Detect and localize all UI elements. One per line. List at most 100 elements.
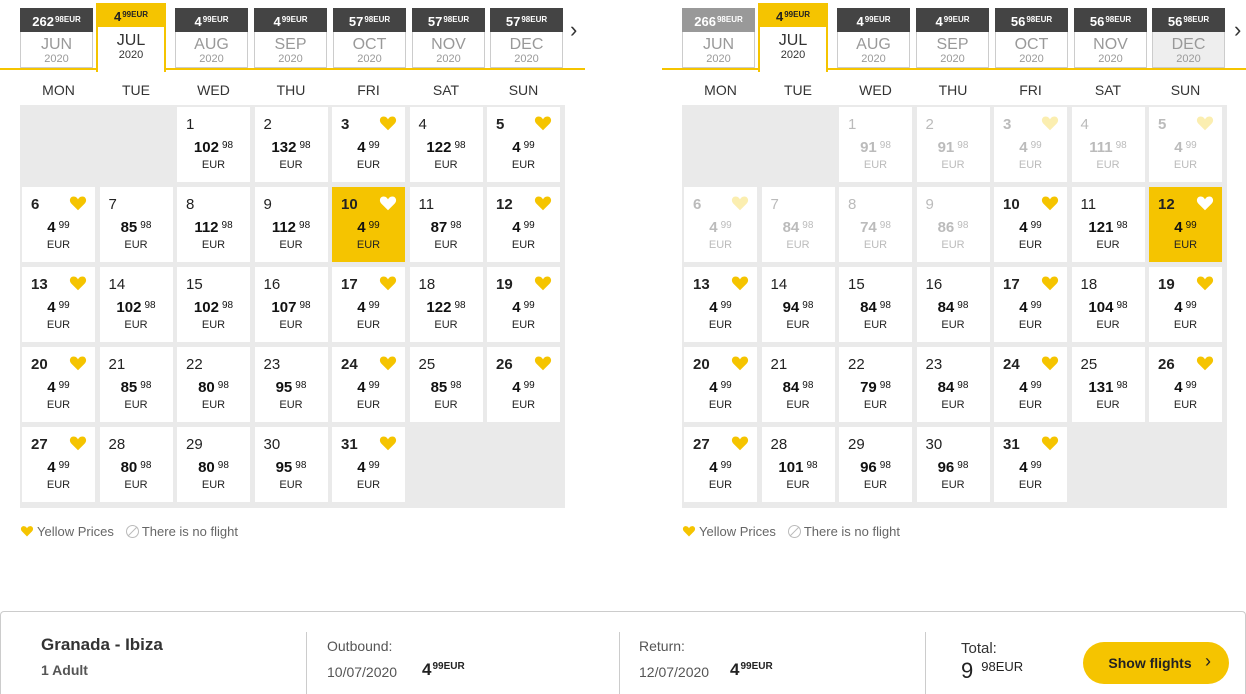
day-currency: EUR: [279, 239, 303, 251]
day-cell[interactable]: 16 107 98 EUR: [254, 267, 328, 342]
show-flights-button[interactable]: Show flights ›: [1083, 642, 1229, 684]
day-cell[interactable]: 14 102 98 EUR: [99, 267, 173, 342]
tab-year-label: 2020: [357, 53, 382, 65]
day-price-value: 121: [1088, 219, 1114, 236]
heart-icon: [20, 526, 34, 537]
day-cell[interactable]: 21 84 98 EUR: [761, 347, 835, 422]
tab-oct[interactable]: 5798EUR OCT 2020: [333, 8, 406, 68]
day-cell[interactable]: 12 4 99 EUR: [1149, 187, 1222, 262]
tab-aug[interactable]: 499EUR AUG 2020: [837, 8, 910, 68]
day-cell[interactable]: 31 4 99 EUR: [994, 427, 1067, 502]
chevron-right-icon[interactable]: ›: [570, 18, 577, 42]
day-currency: EUR: [124, 239, 148, 251]
day-price: 4 99: [684, 299, 757, 316]
day-price-cents: 98: [802, 300, 814, 311]
day-cell[interactable]: 24 4 99 EUR: [332, 347, 405, 422]
day-cell[interactable]: 25 131 98 EUR: [1071, 347, 1145, 422]
day-cell[interactable]: 20 4 99 EUR: [684, 347, 757, 422]
tab-dec[interactable]: 5798EUR DEC 2020: [490, 8, 563, 68]
day-cell[interactable]: 29 96 98 EUR: [839, 427, 912, 502]
day-price: 84 98: [839, 299, 912, 316]
day-currency: EUR: [511, 399, 536, 411]
day-cell[interactable]: 13 4 99 EUR: [22, 267, 95, 342]
day-cell[interactable]: 24 4 99 EUR: [994, 347, 1067, 422]
day-cell[interactable]: 18 122 98 EUR: [409, 267, 483, 342]
day-cell[interactable]: 17 4 99 EUR: [332, 267, 405, 342]
day-cell[interactable]: 20 4 99 EUR: [22, 347, 95, 422]
day-cell[interactable]: 25 85 98 EUR: [409, 347, 483, 422]
day-number: 31: [1003, 436, 1020, 453]
tab-month-label: JUL: [778, 32, 808, 49]
day-cell[interactable]: 15 102 98 EUR: [177, 267, 250, 342]
day-cell[interactable]: 19 4 99 EUR: [1149, 267, 1222, 342]
day-number: 23: [925, 356, 943, 373]
day-cell[interactable]: 11 87 98 EUR: [409, 187, 483, 262]
day-price: 84 98: [762, 379, 835, 396]
day-cell[interactable]: 19 4 99 EUR: [487, 267, 560, 342]
day-cell[interactable]: 27 4 99 EUR: [22, 427, 95, 502]
day-price-value: 102: [116, 299, 142, 316]
day-cell[interactable]: 28 101 98 EUR: [761, 427, 835, 502]
heart-icon: [1041, 196, 1059, 211]
day-cell[interactable]: 8 112 98 EUR: [177, 187, 250, 262]
tab-price: 499EUR: [96, 3, 166, 27]
day-cell[interactable]: 6 4 99 EUR: [22, 187, 95, 262]
day-price: 91 98: [917, 139, 990, 156]
tab-sep[interactable]: 499EUR SEP 2020: [916, 8, 989, 68]
day-cell[interactable]: 10 4 99 EUR: [994, 187, 1067, 262]
chevron-right-icon[interactable]: ›: [1234, 18, 1241, 42]
tab-oct[interactable]: 5698EUR OCT 2020: [995, 8, 1068, 68]
day-cell[interactable]: 26 4 99 EUR: [1149, 347, 1222, 422]
day-cell[interactable]: 7 85 98 EUR: [99, 187, 173, 262]
tab-aug[interactable]: 499EUR AUG 2020: [175, 8, 248, 68]
tab-jun[interactable]: 26698EUR JUN 2020: [682, 8, 755, 68]
day-cell[interactable]: 16 84 98 EUR: [916, 267, 990, 342]
day-cell[interactable]: 15 84 98 EUR: [839, 267, 912, 342]
day-cell[interactable]: 23 84 98 EUR: [916, 347, 990, 422]
day-cell[interactable]: 28 80 98 EUR: [99, 427, 173, 502]
day-currency: EUR: [434, 399, 458, 411]
day-cell[interactable]: 3 4 99 EUR: [332, 107, 405, 182]
day-cell[interactable]: 18 104 98 EUR: [1071, 267, 1145, 342]
day-number: 7: [770, 196, 779, 213]
tab-jul[interactable]: 499EUR JUL 2020: [96, 3, 166, 72]
day-price: 4 99: [332, 379, 405, 396]
day-cell[interactable]: 13 4 99 EUR: [684, 267, 757, 342]
day-price-value: 122: [426, 299, 452, 316]
day-cell[interactable]: 12 4 99 EUR: [487, 187, 560, 262]
day-cell[interactable]: 21 85 98 EUR: [99, 347, 173, 422]
day-cell[interactable]: 23 95 98 EUR: [254, 347, 328, 422]
return-date: 12/07/2020: [639, 664, 710, 680]
day-cell[interactable]: 27 4 99 EUR: [684, 427, 757, 502]
day-price: 84 98: [762, 219, 835, 236]
day-cell[interactable]: 14 94 98 EUR: [761, 267, 835, 342]
tab-jul[interactable]: 499EUR JUL 2020: [758, 3, 828, 72]
weekday-sat: SAT: [432, 82, 460, 98]
day-price: 4 99: [332, 139, 405, 156]
day-cell[interactable]: 11 121 98 EUR: [1071, 187, 1145, 262]
day-cell[interactable]: 22 79 98 EUR: [839, 347, 912, 422]
day-cell[interactable]: 2 132 98 EUR: [254, 107, 328, 182]
day-cell[interactable]: 26 4 99 EUR: [487, 347, 560, 422]
route-title: Granada - Ibiza: [41, 635, 163, 654]
day-cell[interactable]: 17 4 99 EUR: [994, 267, 1067, 342]
day-cell[interactable]: 30 95 98 EUR: [254, 427, 328, 502]
tab-year-label: 2020: [940, 53, 965, 65]
tab-dec[interactable]: 5698EUR DEC 2020: [1152, 8, 1225, 68]
day-cell[interactable]: 4 122 98 EUR: [409, 107, 483, 182]
day-price: 4 99: [994, 459, 1067, 476]
day-cell[interactable]: 29 80 98 EUR: [177, 427, 250, 502]
day-cell[interactable]: 10 4 99 EUR: [332, 187, 405, 262]
tab-nov[interactable]: 5698EUR NOV 2020: [1074, 8, 1147, 68]
day-cell[interactable]: 31 4 99 EUR: [332, 427, 405, 502]
day-cell[interactable]: 5 4 99 EUR: [487, 107, 560, 182]
day-cell[interactable]: 9 112 98 EUR: [254, 187, 328, 262]
tab-sep[interactable]: 499EUR SEP 2020: [254, 8, 327, 68]
day-cell[interactable]: 22 80 98 EUR: [177, 347, 250, 422]
day-cell: 5 4 99 EUR: [1149, 107, 1222, 182]
tab-jun[interactable]: 26298EUR JUN 2020: [20, 8, 93, 68]
tab-price-cents: 99EUR: [122, 10, 149, 19]
day-cell[interactable]: 30 96 98 EUR: [916, 427, 990, 502]
tab-nov[interactable]: 5798EUR NOV 2020: [412, 8, 485, 68]
day-cell[interactable]: 1 102 98 EUR: [177, 107, 250, 182]
